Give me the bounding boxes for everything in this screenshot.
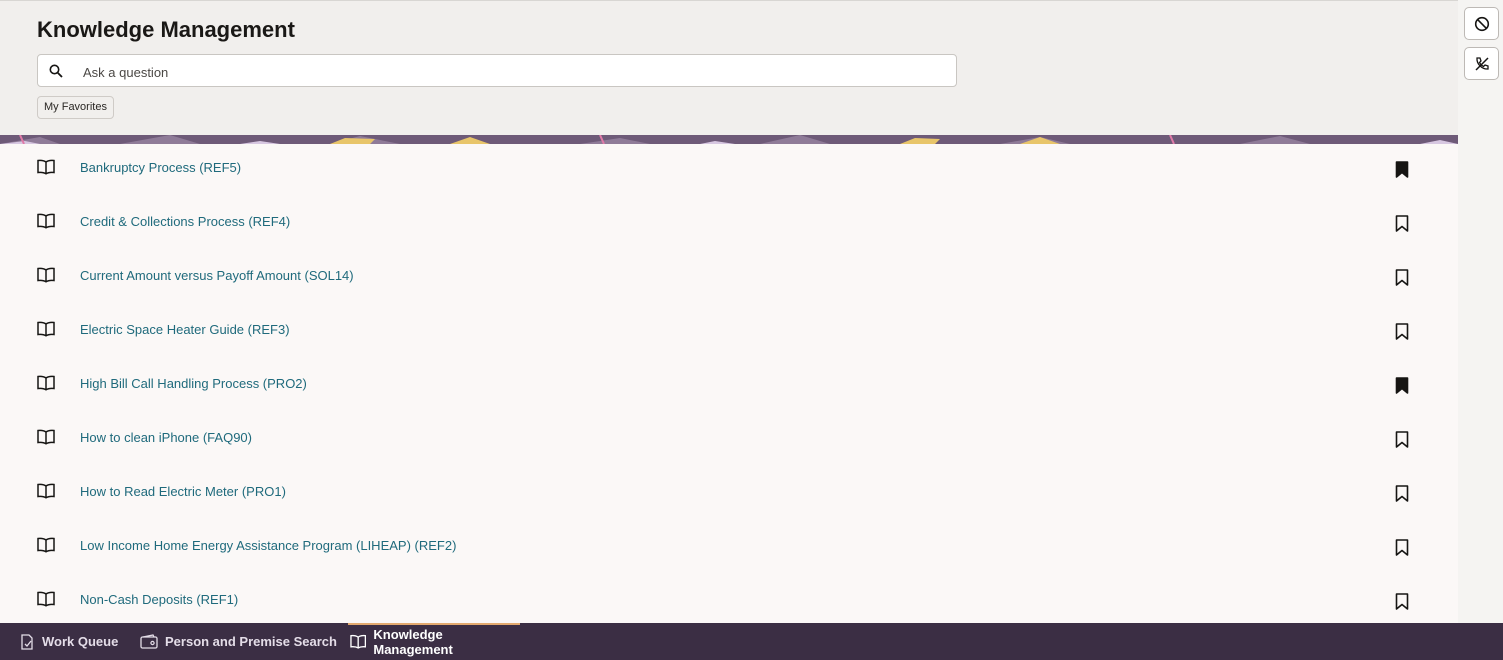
article-row: How to clean iPhone (FAQ90) bbox=[0, 414, 1458, 468]
book-icon bbox=[37, 321, 55, 337]
tab-knowledge-management[interactable]: Knowledge Management bbox=[348, 623, 520, 660]
article-row: Low Income Home Energy Assistance Progra… bbox=[0, 522, 1458, 576]
page-title: Knowledge Management bbox=[37, 17, 295, 42]
bookmark-filled-icon[interactable] bbox=[1395, 377, 1409, 394]
book-icon bbox=[37, 213, 55, 229]
tab-work-queue[interactable]: Work Queue bbox=[20, 623, 118, 660]
tab-work-queue-label: Work Queue bbox=[42, 634, 119, 649]
article-list: Bankruptcy Process (REF5) Credit & Collec… bbox=[0, 144, 1458, 623]
article-row: Current Amount versus Payoff Amount (SOL… bbox=[0, 252, 1458, 306]
article-row: Bankruptcy Process (REF5) bbox=[0, 144, 1458, 198]
article-link[interactable]: How to Read Electric Meter (PRO1) bbox=[80, 484, 286, 499]
page-header: Knowledge Management My Favorites bbox=[0, 1, 1458, 135]
decorative-banner bbox=[0, 135, 1458, 144]
book-icon bbox=[37, 591, 55, 607]
tab-person-premise-search[interactable]: Person and Premise Search bbox=[140, 623, 337, 660]
phone-off-icon bbox=[1475, 57, 1489, 71]
search-box[interactable] bbox=[37, 54, 957, 87]
article-row: How to Read Electric Meter (PRO1) bbox=[0, 468, 1458, 522]
book-icon bbox=[37, 429, 55, 445]
bookmark-icon[interactable] bbox=[1395, 539, 1409, 556]
search-icon bbox=[49, 64, 63, 78]
book-icon bbox=[37, 537, 55, 553]
article-row: Electric Space Heater Guide (REF3) bbox=[0, 306, 1458, 360]
wallet-icon bbox=[140, 633, 158, 649]
book-icon bbox=[37, 483, 55, 499]
block-icon bbox=[1474, 16, 1490, 32]
book-icon bbox=[350, 634, 367, 649]
book-icon bbox=[37, 267, 55, 283]
bookmark-icon[interactable] bbox=[1395, 323, 1409, 340]
bookmark-icon[interactable] bbox=[1395, 485, 1409, 502]
search-input[interactable] bbox=[81, 61, 945, 83]
bookmark-icon[interactable] bbox=[1395, 269, 1409, 286]
bottom-tab-bar: Work Queue Person and Premise Search Kno… bbox=[0, 623, 1503, 660]
article-link[interactable]: Current Amount versus Payoff Amount (SOL… bbox=[80, 268, 354, 283]
bookmark-icon[interactable] bbox=[1395, 431, 1409, 448]
work-queue-icon bbox=[21, 633, 33, 650]
bookmark-icon[interactable] bbox=[1395, 593, 1409, 610]
article-link[interactable]: Credit & Collections Process (REF4) bbox=[80, 214, 290, 229]
article-link[interactable]: High Bill Call Handling Process (PRO2) bbox=[80, 376, 307, 391]
bookmark-filled-icon[interactable] bbox=[1395, 161, 1409, 178]
tab-knowledge-management-label: Knowledge Management bbox=[373, 626, 453, 657]
article-row: Non-Cash Deposits (REF1) bbox=[0, 576, 1458, 623]
article-link[interactable]: Non-Cash Deposits (REF1) bbox=[80, 592, 238, 607]
book-icon bbox=[37, 375, 55, 391]
my-favorites-chip[interactable]: My Favorites bbox=[37, 96, 114, 119]
book-icon bbox=[37, 159, 55, 175]
article-link[interactable]: Bankruptcy Process (REF5) bbox=[80, 160, 241, 175]
block-button[interactable] bbox=[1464, 7, 1499, 40]
article-row: High Bill Call Handling Process (PRO2) bbox=[0, 360, 1458, 414]
tab-person-premise-search-label: Person and Premise Search bbox=[165, 634, 337, 649]
article-link[interactable]: Low Income Home Energy Assistance Progra… bbox=[80, 538, 456, 553]
phone-off-button[interactable] bbox=[1464, 47, 1499, 80]
article-link[interactable]: Electric Space Heater Guide (REF3) bbox=[80, 322, 290, 337]
article-row: Credit & Collections Process (REF4) bbox=[0, 198, 1458, 252]
bookmark-icon[interactable] bbox=[1395, 215, 1409, 232]
article-link[interactable]: How to clean iPhone (FAQ90) bbox=[80, 430, 252, 445]
